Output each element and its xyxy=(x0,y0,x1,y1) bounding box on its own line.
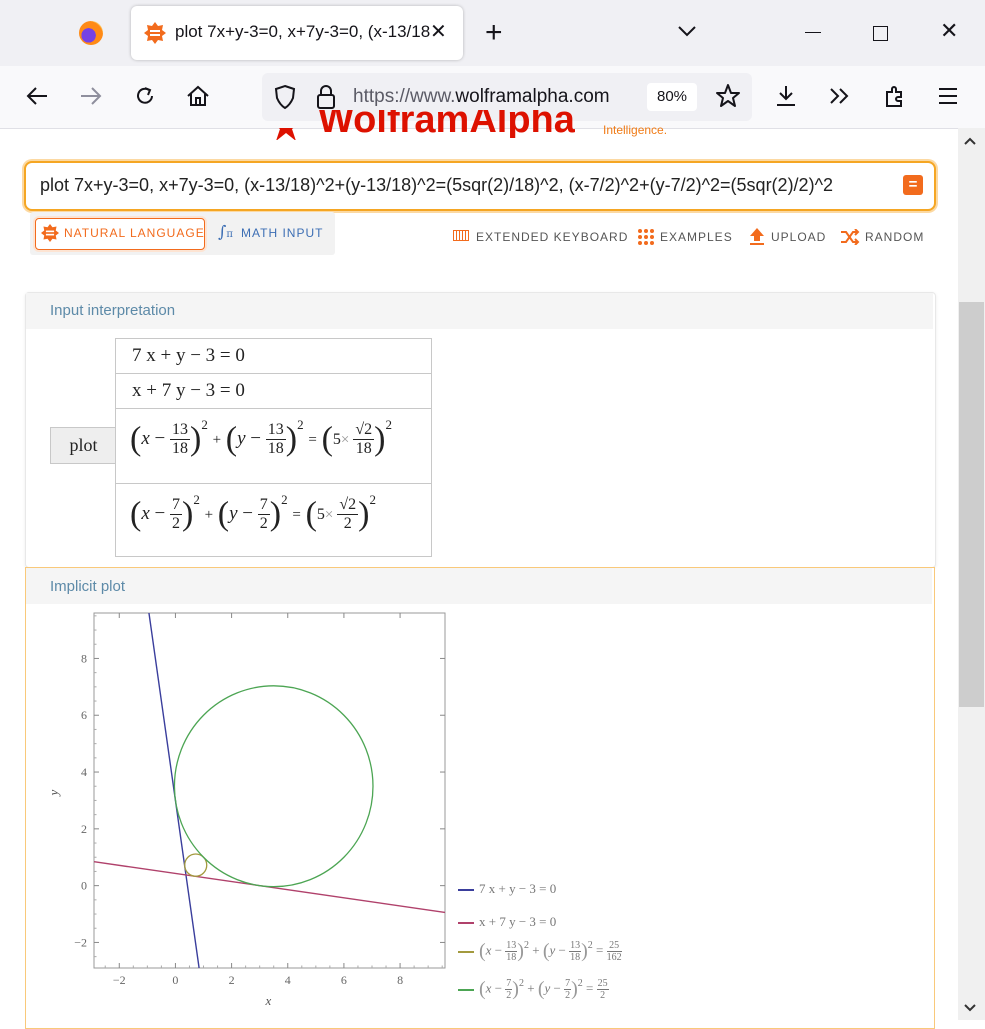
url-host: wolframalpha.com xyxy=(455,86,610,107)
x-axis-label: x xyxy=(265,993,272,1008)
equation-1-cell: 7 x + y − 3 = 0 xyxy=(115,338,432,374)
x-tick-label: 2 xyxy=(229,973,235,987)
random-link[interactable]: RANDOM xyxy=(865,230,924,244)
firefox-icon[interactable] xyxy=(79,21,103,45)
random-icon xyxy=(840,228,860,250)
legend-swatch-blue xyxy=(458,889,474,892)
back-icon[interactable] xyxy=(25,85,49,112)
scrollbar-thumb[interactable] xyxy=(959,302,984,707)
logo-tagline: Intelligence. xyxy=(603,123,668,137)
search-input[interactable]: plot 7x+y-3=0, x+7y-3=0, (x-13/18)^2+(y-… xyxy=(40,175,898,196)
equation-3-cell: (x − 13 18)2 + (y − 13 18)2 = (5× √2 18)2 xyxy=(115,408,432,484)
legend-swatch-green xyxy=(458,988,474,991)
y-tick-label: 2 xyxy=(81,822,87,836)
new-tab-button[interactable]: + xyxy=(485,18,503,48)
url-prefix: https://www. xyxy=(353,86,456,107)
plot-label: plot xyxy=(50,427,116,464)
wolframalpha-logo[interactable]: WolframAlpha xyxy=(318,110,575,138)
legend-item-3: (x − 13 18)2 + (y − 13 18)2 = 25 162 xyxy=(458,940,622,963)
natural-language-label: NATURAL LANGUAGE xyxy=(64,226,205,240)
extended-keyboard-link[interactable]: EXTENDED KEYBOARD xyxy=(476,230,628,244)
implicit-plot-title: Implicit plot xyxy=(50,578,126,595)
keyboard-icon xyxy=(453,230,469,241)
menu-icon[interactable] xyxy=(937,87,959,110)
plot-frame xyxy=(93,612,446,969)
tracking-protection-icon[interactable] xyxy=(274,84,296,115)
overflow-chevrons-icon[interactable] xyxy=(828,86,852,111)
x-tick-label: −2 xyxy=(113,973,126,987)
math-input-icon: ∫π xyxy=(218,222,233,241)
submit-button[interactable]: = xyxy=(903,175,923,195)
legend-item-1: 7 x + y − 3 = 0 xyxy=(458,881,556,897)
close-tab-icon[interactable]: ✕ xyxy=(430,22,447,42)
y-tick-label: 6 xyxy=(81,708,87,722)
equation-1: 7 x + y − 3 = 0 xyxy=(132,345,245,366)
legend-label-1: 7 x + y − 3 = 0 xyxy=(479,881,557,896)
downloads-icon[interactable] xyxy=(774,84,798,113)
pod-header xyxy=(26,568,932,604)
home-icon[interactable] xyxy=(186,84,210,113)
reload-icon[interactable] xyxy=(133,84,157,113)
natural-language-icon xyxy=(41,224,59,247)
y-tick-label: 8 xyxy=(81,651,87,665)
wolfram-favicon-icon xyxy=(144,22,166,44)
maximize-icon[interactable] xyxy=(873,26,888,41)
x-tick-label: 6 xyxy=(341,973,347,987)
upload-icon xyxy=(749,228,765,250)
y-axis-label: y xyxy=(46,790,61,798)
x-tick-label: 4 xyxy=(285,973,291,987)
math-input-tab[interactable]: MATH INPUT xyxy=(241,226,323,240)
url-text[interactable]: https://www.wolframalpha.com xyxy=(353,86,635,108)
tab-title: plot 7x+y-3=0, x+7y-3=0, (x-13/18)^2+(y-… xyxy=(175,22,430,41)
equation-4-cell: (x − 7 2)2 + (y − 7 2)2 = (5× √2 2)2 xyxy=(115,483,432,557)
x-tick-label: 8 xyxy=(397,973,403,987)
close-window-icon[interactable]: ✕ xyxy=(940,20,958,42)
input-interpretation-title: Input interpretation xyxy=(50,302,176,319)
legend-item-2: x + 7 y − 3 = 0 xyxy=(458,914,556,930)
minimize-icon[interactable] xyxy=(805,32,821,33)
implicit-plot-chart[interactable]: −2 −2 0 0 2 2 4 4 6 6 8 8 x y xyxy=(40,605,460,1015)
legend-swatch-red xyxy=(458,922,474,925)
logo-star-icon xyxy=(270,128,302,140)
upload-link[interactable]: UPLOAD xyxy=(771,230,826,244)
x-tick-label: 0 xyxy=(172,973,178,987)
legend-item-4: (x − 7 2)2 + (y − 7 2)2 = 25 2 xyxy=(458,978,609,1001)
legend-label-2: x + 7 y − 3 = 0 xyxy=(479,914,557,929)
legend-swatch-olive xyxy=(458,950,474,953)
equation-2-cell: x + 7 y − 3 = 0 xyxy=(115,373,432,409)
list-all-tabs-icon[interactable] xyxy=(677,24,697,43)
scroll-up-icon[interactable] xyxy=(963,133,977,151)
zoom-indicator[interactable]: 80% xyxy=(647,83,697,111)
scroll-down-icon[interactable] xyxy=(963,1000,977,1018)
bookmark-star-icon[interactable] xyxy=(715,83,741,114)
forward-icon[interactable] xyxy=(79,85,103,112)
y-tick-label: 0 xyxy=(81,879,87,893)
y-tick-label: 4 xyxy=(81,765,87,779)
y-tick-label: −2 xyxy=(74,935,87,949)
extensions-icon[interactable] xyxy=(883,84,907,113)
equation-2: x + 7 y − 3 = 0 xyxy=(132,380,245,401)
examples-icon xyxy=(637,228,654,250)
examples-link[interactable]: EXAMPLES xyxy=(660,230,733,244)
